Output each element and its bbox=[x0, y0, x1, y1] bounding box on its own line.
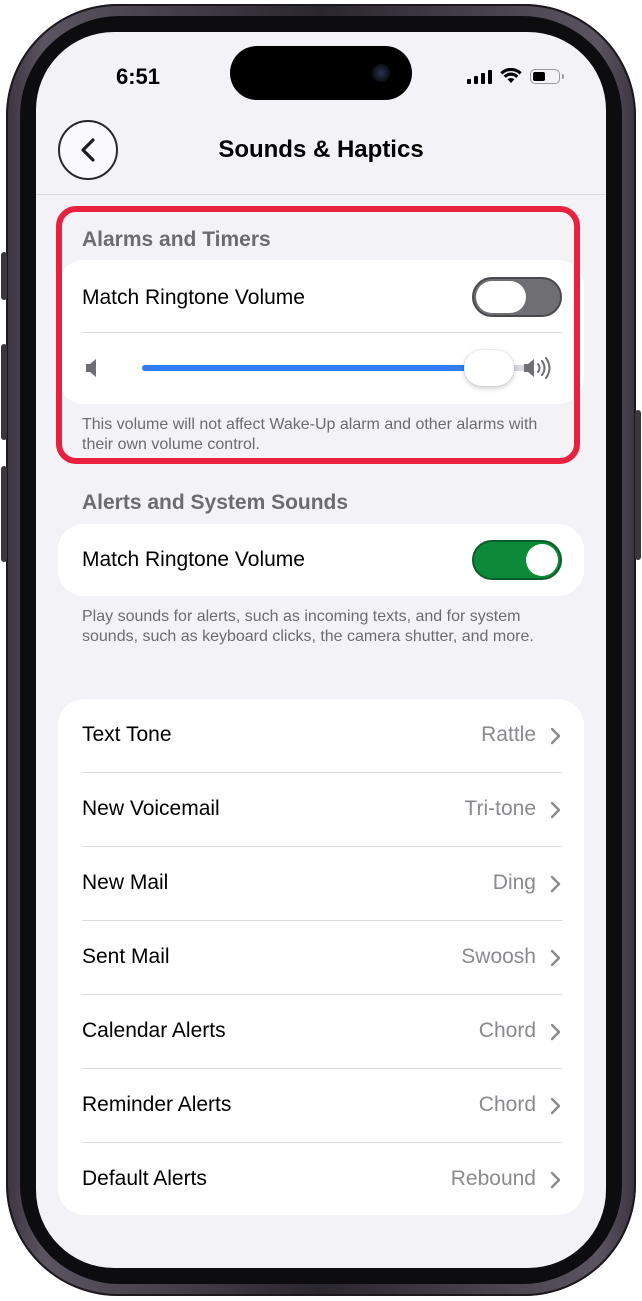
alerts-footnote: Play sounds for alerts, such as incoming… bbox=[82, 608, 534, 645]
chevron-right-icon bbox=[550, 1171, 561, 1189]
status-icons bbox=[467, 68, 564, 84]
alerts-match-ringtone-toggle[interactable] bbox=[472, 540, 562, 580]
tone-row-value: Chord bbox=[478, 1093, 536, 1116]
front-camera bbox=[372, 64, 390, 82]
chevron-right-icon bbox=[550, 875, 561, 893]
volume-down-button bbox=[1, 466, 7, 562]
alerts-section-header: Alerts and System Sounds bbox=[82, 491, 349, 514]
tone-row-value: Rattle bbox=[481, 723, 536, 746]
tones-card: Text Tone Rattle New Voicemail Tri-tone … bbox=[58, 699, 584, 1215]
tone-row-new-mail[interactable]: New Mail Ding bbox=[58, 847, 584, 921]
alerts-match-ringtone-label: Match Ringtone Volume bbox=[82, 548, 305, 571]
tone-row-label: New Voicemail bbox=[82, 797, 220, 820]
chevron-right-icon bbox=[550, 1097, 561, 1115]
page-title: Sounds & Haptics bbox=[218, 136, 424, 163]
tone-row-label: Calendar Alerts bbox=[82, 1019, 226, 1042]
alerts-card: Match Ringtone Volume bbox=[58, 524, 584, 596]
tone-row-reminder-alerts[interactable]: Reminder Alerts Chord bbox=[58, 1069, 584, 1143]
tone-row-default-alerts[interactable]: Default Alerts Rebound bbox=[58, 1143, 584, 1217]
tone-row-value: Ding bbox=[492, 871, 536, 894]
screen: 6:51 Sounds & Haptics Alarms and Timers … bbox=[36, 32, 606, 1268]
wifi-icon bbox=[500, 68, 522, 83]
tone-row-calendar-alerts[interactable]: Calendar Alerts Chord bbox=[58, 995, 584, 1069]
tone-row-value: Chord bbox=[478, 1019, 536, 1042]
tone-row-sent-mail[interactable]: Sent Mail Swoosh bbox=[58, 921, 584, 995]
tone-row-label: Default Alerts bbox=[82, 1167, 207, 1190]
tone-row-new-voicemail[interactable]: New Voicemail Tri-tone bbox=[58, 773, 584, 847]
toggle-knob bbox=[526, 544, 558, 576]
tone-row-text-tone[interactable]: Text Tone Rattle bbox=[58, 699, 584, 773]
status-bar: 6:51 bbox=[36, 32, 606, 112]
tone-row-value: Tri-tone bbox=[464, 797, 536, 820]
battery-icon bbox=[530, 68, 564, 84]
tone-row-label: Text Tone bbox=[82, 723, 172, 746]
chevron-right-icon bbox=[550, 1023, 561, 1041]
status-time: 6:51 bbox=[116, 64, 161, 89]
power-button bbox=[635, 410, 641, 560]
volume-up-button bbox=[1, 344, 7, 440]
navigation-bar: Sounds & Haptics bbox=[36, 114, 606, 195]
tone-row-value: Rebound bbox=[450, 1167, 536, 1190]
tone-row-value: Swoosh bbox=[461, 945, 536, 968]
cellular-signal-icon bbox=[467, 68, 492, 84]
chevron-right-icon bbox=[550, 801, 561, 819]
tone-row-label: Sent Mail bbox=[82, 945, 170, 968]
chevron-right-icon bbox=[550, 949, 561, 967]
dynamic-island bbox=[230, 46, 412, 100]
tone-row-label: Reminder Alerts bbox=[82, 1093, 232, 1116]
action-button bbox=[1, 252, 7, 300]
highlight-annotation bbox=[56, 206, 580, 464]
chevron-right-icon bbox=[550, 727, 561, 745]
tone-row-label: New Mail bbox=[82, 871, 169, 894]
